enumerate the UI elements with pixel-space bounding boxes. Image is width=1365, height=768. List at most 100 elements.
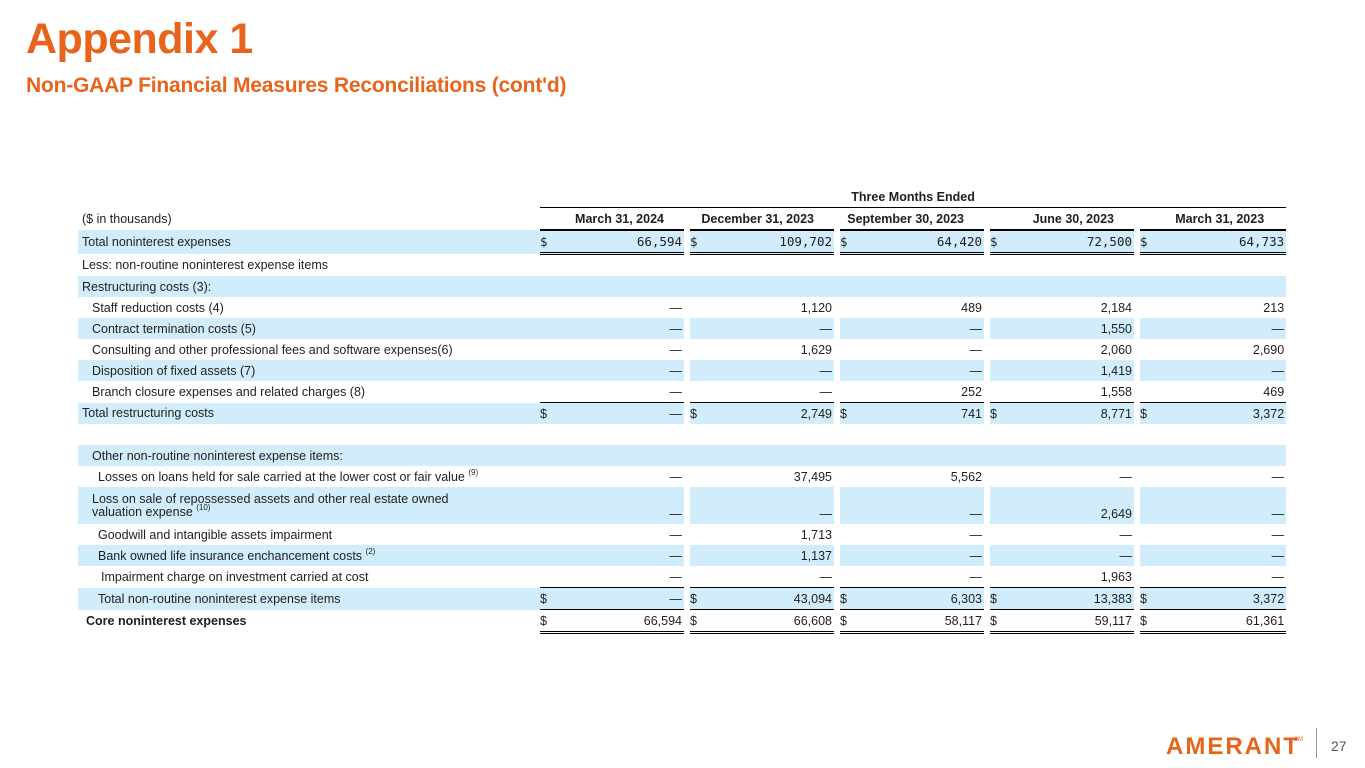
cell-value: — bbox=[669, 527, 683, 542]
table-row: Disposition of fixed assets (7) — — — 1,… bbox=[78, 360, 1287, 381]
cell-value: — bbox=[1119, 527, 1133, 542]
currency-symbol: $ bbox=[990, 402, 1004, 424]
row-label: Restructuring costs (3): bbox=[78, 276, 540, 297]
cell-value: — bbox=[669, 569, 683, 584]
row-label: Total restructuring costs bbox=[78, 402, 540, 424]
cell-value: 1,629 bbox=[800, 342, 832, 357]
currency-symbol: $ bbox=[1140, 230, 1154, 255]
table-row: Contract termination costs (5) — — — 1,5… bbox=[78, 318, 1287, 339]
cell-value: 2,749 bbox=[704, 402, 834, 424]
cell-value: — bbox=[669, 384, 683, 399]
amerant-logo-mark: AMERANT SM bbox=[1166, 733, 1303, 760]
cell-value: 252 bbox=[961, 384, 982, 399]
row-label: Staff reduction costs (4) bbox=[92, 300, 224, 315]
column-header-row: ($ in thousands) March 31, 2024 December… bbox=[78, 207, 1287, 231]
row-label: Losses on loans held for sale carried at… bbox=[98, 467, 479, 484]
cell-value: 2,060 bbox=[1100, 342, 1132, 357]
cell-value: 213 bbox=[1263, 300, 1285, 315]
table-row: Total non-routine noninterest expense it… bbox=[78, 587, 1287, 610]
table-row: Goodwill and intangible assets impairmen… bbox=[78, 524, 1286, 545]
cell-value: 66,594 bbox=[554, 230, 684, 255]
row-label: Other non-routine noninterest expense it… bbox=[78, 445, 540, 466]
page-title: Appendix 1 bbox=[26, 15, 253, 63]
table-row: Impairment charge on investment carried … bbox=[78, 566, 1286, 588]
cell-value: — bbox=[1154, 487, 1287, 524]
cell-value: — bbox=[969, 342, 983, 357]
cell-value: — bbox=[819, 384, 833, 399]
period-header-row: Three Months Ended bbox=[78, 186, 1287, 208]
cell-value: — bbox=[554, 402, 684, 424]
cell-value: — bbox=[554, 487, 684, 524]
cell-value: — bbox=[669, 342, 683, 357]
cell-value: — bbox=[554, 545, 684, 566]
column-header: March 31, 2023 bbox=[1140, 207, 1287, 231]
cell-value: 1,419 bbox=[1004, 360, 1134, 381]
cell-value: — bbox=[969, 527, 983, 542]
units-label: ($ in thousands) bbox=[82, 211, 172, 226]
svg-text:SM: SM bbox=[1294, 737, 1303, 743]
currency-symbol: $ bbox=[540, 402, 554, 424]
currency-symbol: $ bbox=[840, 609, 854, 634]
cell-value: — bbox=[854, 360, 984, 381]
table-row: Consulting and other professional fees a… bbox=[78, 339, 1286, 360]
page-number: 27 bbox=[1331, 738, 1347, 754]
footer-divider bbox=[1316, 728, 1317, 758]
cell-value: 43,094 bbox=[704, 587, 834, 610]
cell-value: — bbox=[1271, 527, 1285, 542]
cell-value: 64,733 bbox=[1154, 230, 1287, 255]
amerant-logo: AMERANT SM bbox=[1166, 732, 1308, 763]
footnote-ref: (10) bbox=[196, 502, 211, 512]
column-header: March 31, 2024 bbox=[540, 207, 684, 231]
currency-symbol: $ bbox=[540, 230, 554, 255]
cell-value: 1,558 bbox=[1100, 384, 1132, 399]
row-label: Disposition of fixed assets (7) bbox=[78, 360, 540, 381]
cell-value: 72,500 bbox=[1004, 230, 1134, 255]
cell-value: 61,361 bbox=[1154, 609, 1287, 634]
cell-value: — bbox=[704, 318, 834, 339]
cell-value: 59,117 bbox=[1004, 609, 1134, 634]
table-row: Core noninterest expenses $66,594 $66,60… bbox=[78, 609, 1287, 634]
currency-symbol: $ bbox=[690, 609, 704, 634]
currency-symbol: $ bbox=[1140, 587, 1154, 610]
table-row: Losses on loans held for sale carried at… bbox=[78, 466, 1286, 487]
cell-value: — bbox=[554, 587, 684, 610]
cell-value: 37,495 bbox=[793, 469, 832, 484]
cell-value: 1,713 bbox=[800, 527, 832, 542]
footnote-ref: (9) bbox=[468, 467, 479, 477]
cell-value: — bbox=[1271, 469, 1285, 484]
cell-value: 489 bbox=[961, 300, 982, 315]
table-row: Restructuring costs (3): bbox=[78, 276, 1287, 297]
table-row: Branch closure expenses and related char… bbox=[78, 381, 1286, 403]
row-label: Impairment charge on investment carried … bbox=[101, 569, 369, 584]
currency-symbol: $ bbox=[540, 587, 554, 610]
table-row: Total restructuring costs $ — $2,749 $741… bbox=[78, 402, 1287, 424]
period-header: Three Months Ended bbox=[540, 186, 1287, 208]
row-label: Contract termination costs (5) bbox=[78, 318, 540, 339]
cell-value: 1,137 bbox=[704, 545, 834, 566]
spacer-row bbox=[78, 424, 1286, 445]
cell-value: — bbox=[819, 569, 833, 584]
cell-value: 8,771 bbox=[1004, 402, 1134, 424]
cell-value: 64,420 bbox=[854, 230, 984, 255]
table-row: Loss on sale of repossessed assets and o… bbox=[78, 487, 1287, 524]
cell-value: — bbox=[704, 360, 834, 381]
cell-value: 2,184 bbox=[1100, 300, 1132, 315]
cell-value: — bbox=[1271, 569, 1285, 584]
svg-text:AMERANT: AMERANT bbox=[1166, 733, 1300, 758]
currency-symbol: $ bbox=[840, 587, 854, 610]
row-label: Core noninterest expenses bbox=[86, 614, 247, 628]
cell-value: — bbox=[1154, 360, 1287, 381]
row-label: Goodwill and intangible assets impairmen… bbox=[98, 527, 333, 542]
cell-value: — bbox=[854, 318, 984, 339]
cell-value: — bbox=[669, 300, 683, 315]
table-row: Staff reduction costs (4) — 1,120 489 2,… bbox=[78, 297, 1286, 318]
row-label: Total noninterest expenses bbox=[78, 230, 540, 254]
row-label: Loss on sale of repossessed assets and o… bbox=[78, 487, 540, 524]
cell-value: 469 bbox=[1263, 384, 1285, 399]
currency-symbol: $ bbox=[990, 230, 1004, 255]
cell-value: 3,372 bbox=[1154, 402, 1287, 424]
currency-symbol: $ bbox=[690, 402, 704, 424]
cell-value: — bbox=[1154, 545, 1287, 566]
currency-symbol: $ bbox=[990, 587, 1004, 610]
column-header: June 30, 2023 bbox=[990, 207, 1134, 231]
